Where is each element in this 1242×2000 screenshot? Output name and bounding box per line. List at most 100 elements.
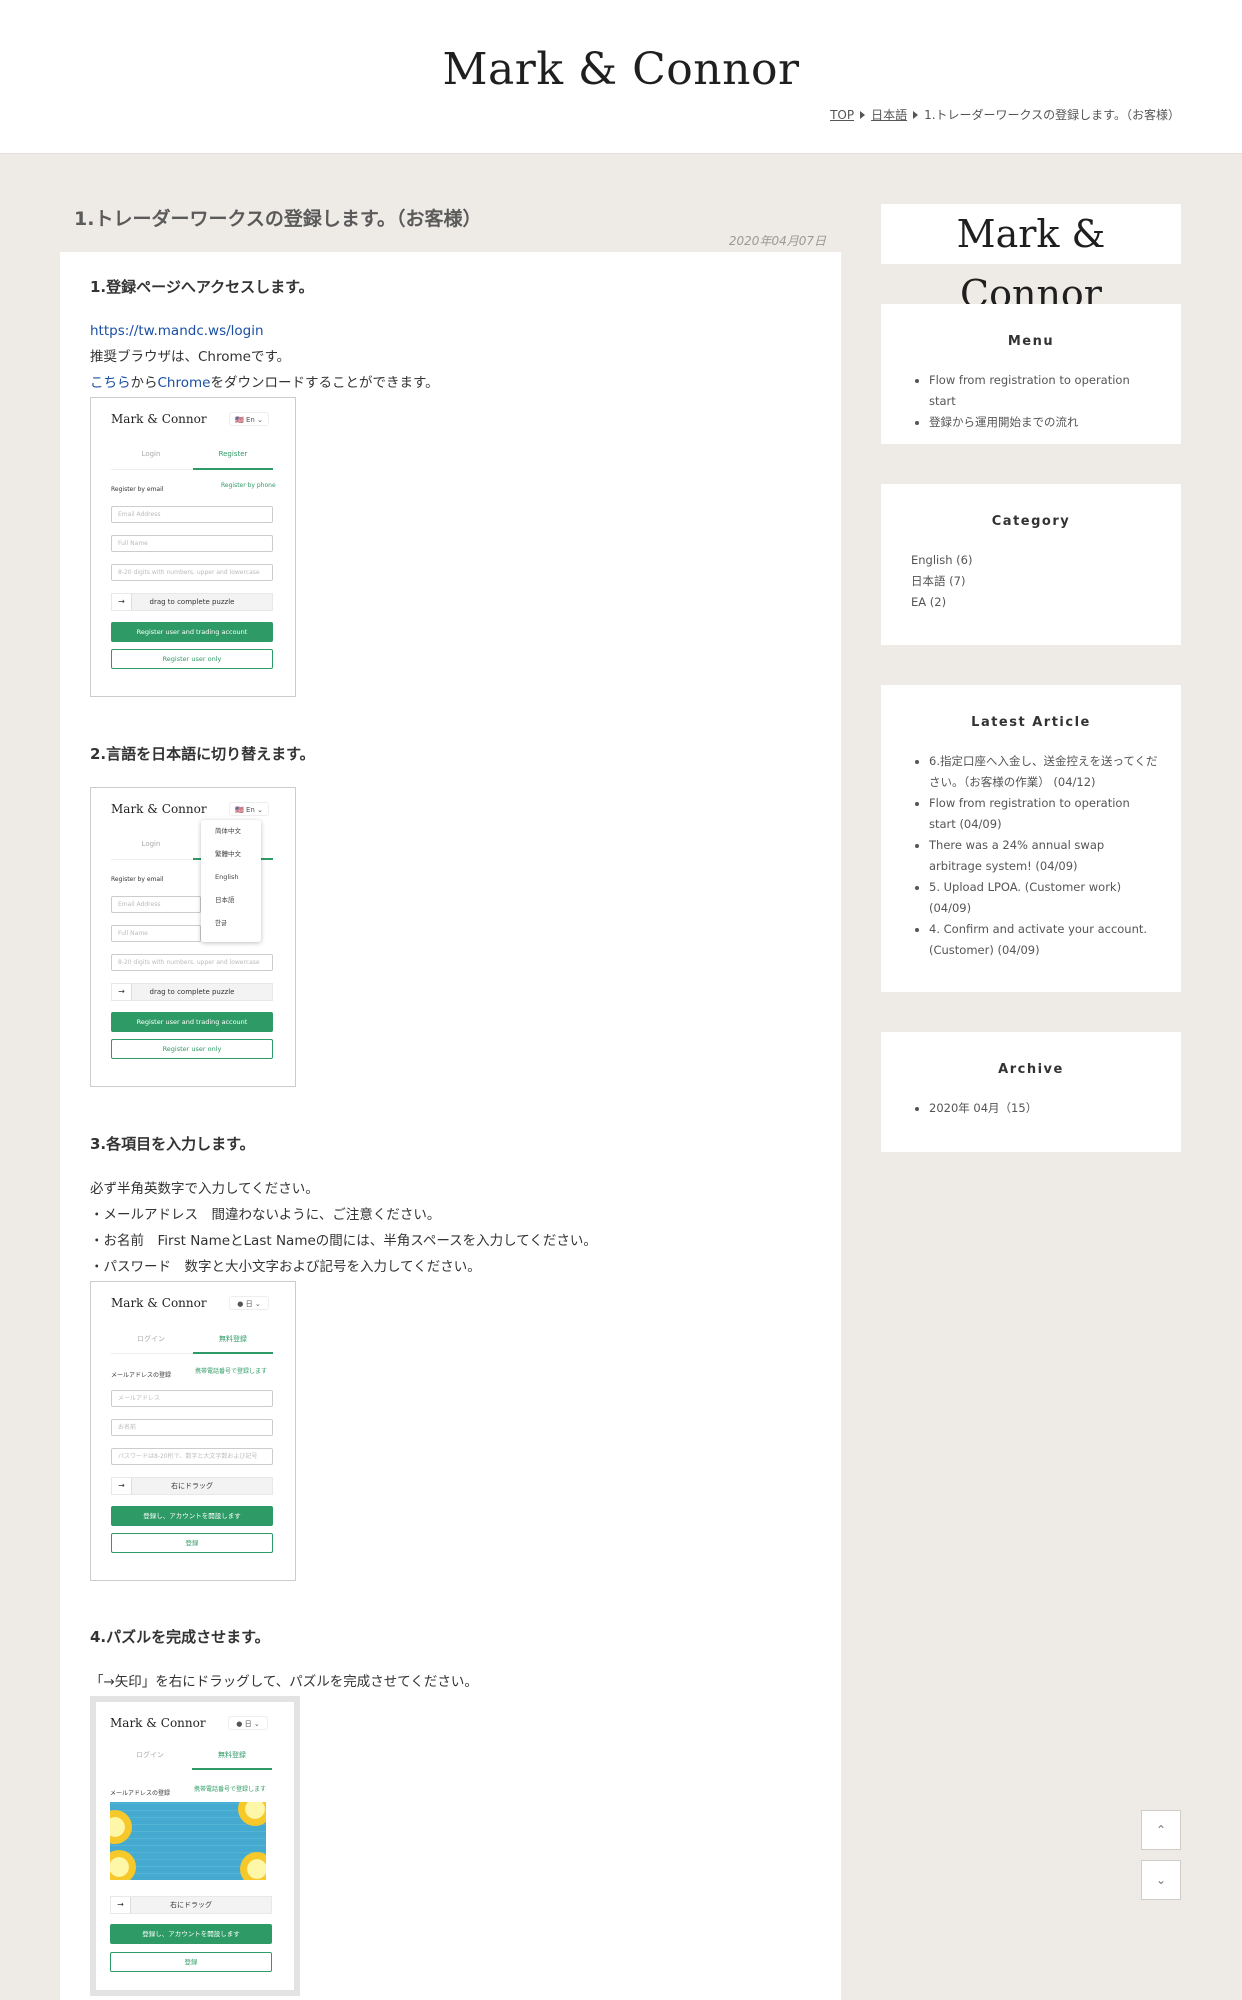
site-header: Mark & Connor TOP 日本語 1.トレーダーワークスの登録します。… (0, 0, 1242, 154)
shot-password-field: 8-20 digits with numbers, upper and lowe… (111, 954, 273, 971)
puzzle-instruction: 「→矢印」を右にドラッグして、パズルを完成させてください。 (90, 1674, 478, 1690)
chevron-right-icon (913, 110, 919, 119)
section-heading-2: 2.言語を日本語に切り替えます。 (90, 745, 315, 763)
lang-option: English (215, 873, 239, 881)
chevron-right-icon (860, 110, 866, 119)
shot-register-only-button: Register user only (111, 649, 273, 669)
menu-item[interactable]: Flow from registration to operation star… (929, 370, 1159, 412)
chevron-up-icon: ⌃ (1155, 1823, 1167, 1837)
shot-tab-register: 無料登録 (218, 1751, 246, 1759)
latest-article-item[interactable]: 6.指定口座へ入金し、送金控えを送ってください。（お客様の作業） (04/12) (929, 751, 1159, 793)
category-item[interactable]: EA (2) (911, 592, 1151, 613)
puzzle-screenshot: Mark & Connor ● 日 ⌄ ログイン 無料登録 メールアドレスの登録… (90, 1696, 300, 1996)
shot-register-trading-button: 登録し、アカウントを開設します (110, 1924, 272, 1944)
shot-password-field: 8-20 digits with numbers, upper and lowe… (111, 564, 273, 581)
shot-email-field: Email Address (111, 896, 201, 913)
arrow-right-icon: → (112, 1478, 132, 1494)
section-heading-4: 4.パズルを完成させます。 (90, 1628, 270, 1646)
shot-lang-select: 🇺🇸 En ⌄ (229, 802, 269, 816)
shot-drag-puzzle: → 右にドラッグ (110, 1896, 272, 1914)
menu-item[interactable]: 登録から運用開始までの流れ (929, 412, 1159, 433)
breadcrumb-japanese[interactable]: 日本語 (871, 106, 907, 123)
download-line: こちらからChromeをダウンロードすることができます。 (90, 370, 439, 396)
arrow-right-icon: → (112, 594, 132, 610)
category-item[interactable]: English (6) (911, 550, 1151, 571)
shot-language-dropdown: 简体中文 繁體中文 English 日本語 한글 (201, 820, 261, 942)
shot-tab-indicator (192, 1768, 272, 1770)
shot-by-phone: Register by phone (221, 482, 276, 489)
shot-by-phone: 携帯電話番号で登録します (195, 1368, 268, 1375)
shot-drag-label: drag to complete puzzle (149, 988, 235, 996)
shot-name-field: Full Name (111, 925, 201, 942)
menu-widget: Menu Flow from registration to operation… (881, 304, 1181, 444)
section-heading-1: 1.登録ページへアクセスします。 (90, 278, 314, 296)
shot-tab-register: Register (218, 450, 248, 458)
category-list: English (6) 日本語 (7) EA (2) (911, 550, 1151, 613)
shot-tab-indicator (193, 468, 273, 470)
site-title[interactable]: Mark & Connor (0, 44, 1242, 95)
lang-option: 简体中文 (215, 827, 241, 835)
latest-article-item[interactable]: Flow from registration to operation star… (929, 793, 1159, 835)
chevron-down-icon: ⌄ (1155, 1873, 1167, 1887)
login-url-line: https://tw.mandc.ws/login (90, 318, 264, 344)
shot-by-phone: 携帯電話番号で登録します (194, 1786, 267, 1793)
category-widget: Category English (6) 日本語 (7) EA (2) (881, 484, 1181, 645)
instruction-line: ・お名前 First NameとLast Nameの間には、半角スペースを入力し… (90, 1233, 597, 1249)
lang-option: 繁體中文 (215, 850, 241, 858)
instruction-line: ・メールアドレス 間違わないように、ご注意ください。 (90, 1207, 441, 1223)
shot-tab-login: Login (141, 450, 161, 458)
breadcrumb-top[interactable]: TOP (830, 108, 854, 122)
shot-name-field: お名前 (111, 1419, 273, 1436)
shot-password-field: パスワードは8-20桁で、数字と大文字数および記号 (111, 1448, 273, 1465)
shot-by-email: Register by email (111, 486, 164, 493)
shot-drag-puzzle: → drag to complete puzzle (111, 593, 273, 611)
scroll-top-button[interactable]: ⌃ (1141, 1810, 1181, 1850)
shot-register-trading-button: Register user and trading account (111, 1012, 273, 1032)
chrome-link[interactable]: Chrome (158, 375, 211, 391)
puzzle-image (110, 1802, 266, 1880)
latest-article-item[interactable]: 4. Confirm and activate your account. (C… (929, 919, 1159, 961)
arrow-right-icon: → (112, 984, 132, 1000)
scroll-bottom-button[interactable]: ⌄ (1141, 1860, 1181, 1900)
lemon-decoration (238, 1802, 266, 1826)
shot-tab-indicator (193, 1352, 273, 1354)
archive-item[interactable]: 2020年 04月（15） (929, 1098, 1159, 1119)
section-heading-3: 3.各項目を入力します。 (90, 1135, 255, 1153)
lemon-decoration (110, 1810, 132, 1844)
menu-title: Menu (1007, 334, 1055, 349)
login-url-link[interactable]: https://tw.mandc.ws/login (90, 323, 264, 339)
shot-lang-select: ● 日 ⌄ (229, 1296, 269, 1310)
register-screenshot-ja: Mark & Connor ● 日 ⌄ ログイン 無料登録 メールアドレスの登録… (90, 1281, 296, 1581)
shot-logo: Mark & Connor (110, 1716, 206, 1730)
menu-list: Flow from registration to operation star… (929, 370, 1159, 433)
latest-article-item[interactable]: 5. Upload LPOA. (Customer work) (04/09) (929, 877, 1159, 919)
shot-logo: Mark & Connor (111, 1296, 207, 1310)
shot-name-field: Full Name (111, 535, 273, 552)
download-tail-text: をダウンロードすることができます。 (210, 375, 439, 391)
shot-lang-select: ● 日 ⌄ (228, 1716, 268, 1730)
shot-register-only-button: Register user only (111, 1039, 273, 1059)
shot-tab-login: ログイン (136, 1751, 164, 1759)
download-here-link[interactable]: こちら (90, 375, 131, 391)
lang-option: 日本語 (215, 896, 235, 904)
shot-tab-login: ログイン (137, 1335, 165, 1343)
shot-drag-label: drag to complete puzzle (149, 598, 235, 606)
shot-by-email: メールアドレスの登録 (111, 1372, 172, 1379)
archive-title: Archive (998, 1062, 1064, 1077)
post-title: 1.トレーダーワークスの登録します。（お客様） (74, 208, 482, 230)
instruction-line: 必ず半角英数字で入力してください。 (90, 1181, 319, 1197)
sidebar-logo[interactable]: Mark & Connor (881, 204, 1181, 316)
shot-register-trading-button: Register user and trading account (111, 622, 273, 642)
shot-by-email: メールアドレスの登録 (110, 1790, 171, 1797)
shot-drag-label: 右にドラッグ (171, 1482, 213, 1490)
archive-widget: Archive 2020年 04月（15） (881, 1032, 1181, 1152)
post-date: 2020年04月07日 (728, 234, 826, 248)
latest-article-list: 6.指定口座へ入金し、送金控えを送ってください。（お客様の作業） (04/12)… (929, 751, 1159, 961)
shot-register-trading-button: 登録し、アカウントを開設します (111, 1506, 273, 1526)
lang-option: 한글 (215, 919, 227, 927)
browser-recommend-text: 推奨ブラウザは、Chromeです。 (90, 349, 291, 365)
shot-drag-label: 右にドラッグ (170, 1901, 212, 1909)
lemon-decoration (240, 1852, 266, 1880)
category-item[interactable]: 日本語 (7) (911, 571, 1151, 592)
latest-article-item[interactable]: There was a 24% annual swap arbitrage sy… (929, 835, 1159, 877)
